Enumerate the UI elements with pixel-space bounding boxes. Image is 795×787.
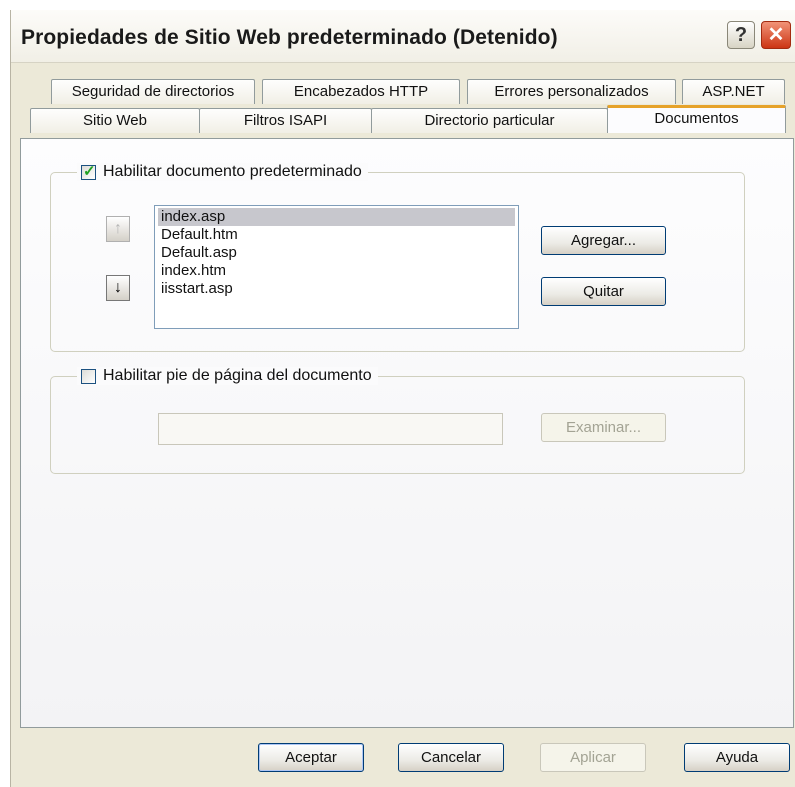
enable-default-document-checkbox[interactable]: ✓: [81, 162, 96, 180]
tab-asp-net[interactable]: ASP.NET: [682, 79, 785, 104]
window-title: Propiedades de Sitio Web predeterminado …: [21, 26, 558, 49]
list-item[interactable]: Default.htm: [158, 226, 515, 244]
close-button[interactable]: ✕: [761, 21, 791, 49]
footer-path-field: [158, 413, 503, 445]
enable-default-document-label[interactable]: Habilitar documento predeterminado: [103, 163, 362, 181]
add-document-button[interactable]: Agregar...: [541, 226, 666, 255]
arrow-up-icon: ↑: [114, 220, 122, 237]
move-up-button[interactable]: ↑: [106, 216, 130, 242]
help-title-button[interactable]: ?: [727, 21, 755, 49]
tab-filtros-isapi[interactable]: Filtros ISAPI: [199, 108, 372, 133]
properties-dialog: Propiedades de Sitio Web predeterminado …: [10, 10, 795, 787]
list-item[interactable]: index.asp: [158, 208, 515, 226]
default-document-list[interactable]: index.asp Default.htm Default.asp index.…: [154, 205, 519, 329]
list-item[interactable]: iisstart.asp: [158, 280, 515, 298]
tab-directorio-particular[interactable]: Directorio particular: [371, 108, 608, 133]
ok-button[interactable]: Aceptar: [258, 743, 364, 772]
checkmark-icon: ✓: [83, 162, 96, 180]
help-button[interactable]: Ayuda: [684, 743, 790, 772]
cancel-button[interactable]: Cancelar: [398, 743, 504, 772]
default-document-legend: ✓ Habilitar documento predeterminado: [77, 163, 368, 181]
tab-panel-documentos: ✓ Habilitar documento predeterminado ↑ ↓…: [20, 138, 794, 728]
move-down-button[interactable]: ↓: [106, 275, 130, 301]
enable-document-footer-checkbox[interactable]: [81, 368, 96, 384]
tab-seguridad-directorios[interactable]: Seguridad de directorios: [51, 79, 255, 104]
enable-document-footer-label[interactable]: Habilitar pie de página del documento: [103, 367, 372, 385]
arrow-down-icon: ↓: [114, 279, 122, 296]
tab-errores-personalizados[interactable]: Errores personalizados: [467, 79, 676, 104]
tab-sitio-web[interactable]: Sitio Web: [30, 108, 200, 133]
browse-button: Examinar...: [541, 413, 666, 442]
list-item[interactable]: Default.asp: [158, 244, 515, 262]
list-item[interactable]: index.htm: [158, 262, 515, 280]
apply-button: Aplicar: [540, 743, 646, 772]
tab-encabezados-http[interactable]: Encabezados HTTP: [262, 79, 460, 104]
tab-documentos[interactable]: Documentos: [607, 105, 786, 133]
close-icon: ✕: [767, 24, 785, 46]
title-bar[interactable]: Propiedades de Sitio Web predeterminado …: [11, 10, 795, 63]
remove-document-button[interactable]: Quitar: [541, 277, 666, 306]
document-footer-legend: Habilitar pie de página del documento: [77, 367, 378, 385]
